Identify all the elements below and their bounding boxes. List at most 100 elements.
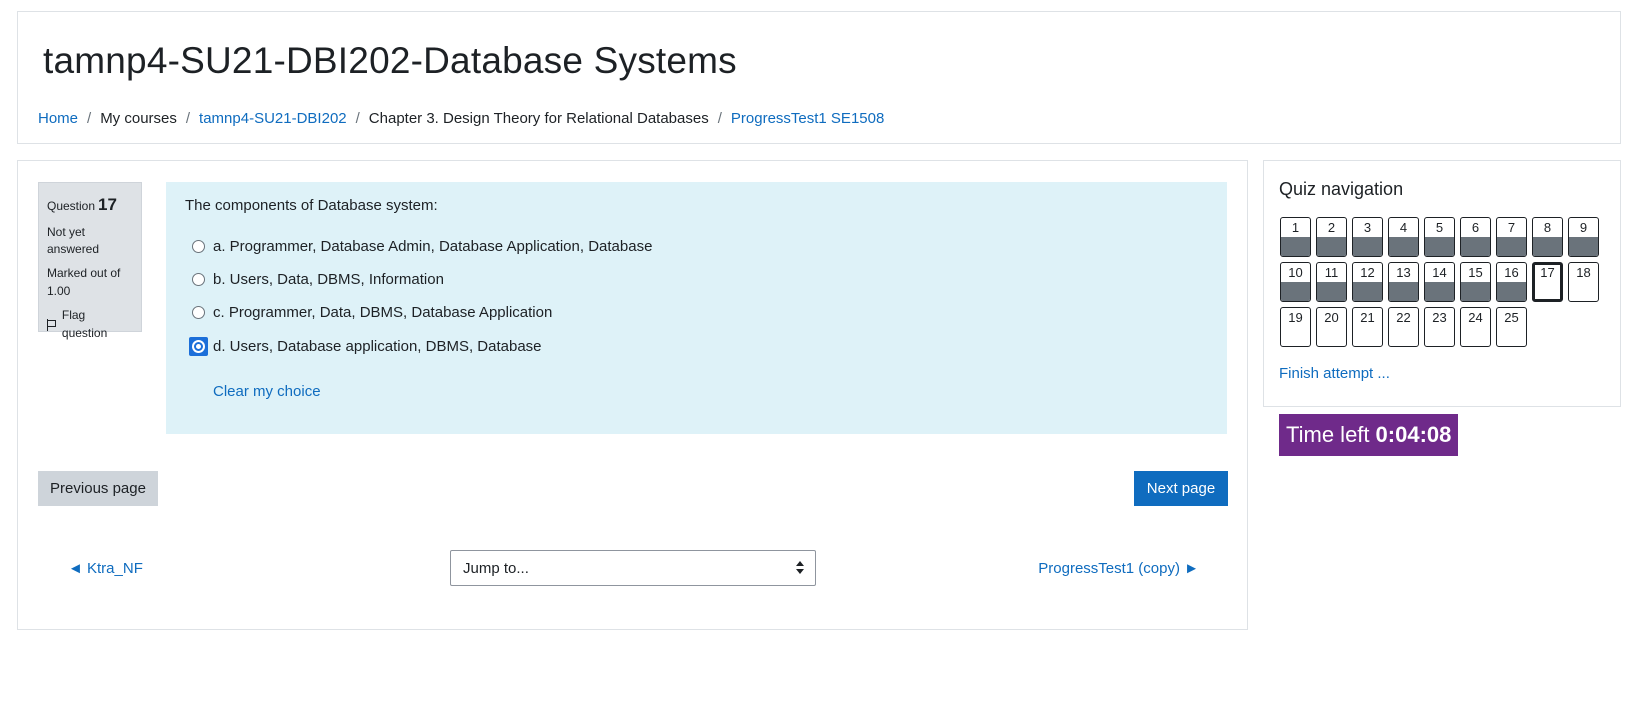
flag-question-button[interactable]: Flag question bbox=[47, 307, 133, 342]
quiz-nav-question-22[interactable]: 22 bbox=[1388, 307, 1419, 347]
page-header: tamnp4-SU21-DBI202-Database Systems Home… bbox=[17, 11, 1621, 144]
answered-indicator bbox=[1317, 237, 1346, 256]
radio-button-selected[interactable] bbox=[189, 337, 208, 356]
quiz-nav-question-13[interactable]: 13 bbox=[1388, 262, 1419, 302]
page-title: tamnp4-SU21-DBI202-Database Systems bbox=[43, 40, 737, 81]
question-nav-number: 15 bbox=[1468, 265, 1483, 280]
question-number: Question 17 bbox=[47, 193, 133, 218]
question-number-value: 17 bbox=[98, 195, 117, 214]
answered-indicator bbox=[1461, 282, 1490, 301]
answered-indicator bbox=[1281, 282, 1310, 301]
question-text: The components of Database system: bbox=[185, 197, 438, 214]
quiz-nav-question-21[interactable]: 21 bbox=[1352, 307, 1383, 347]
question-nav-number: 11 bbox=[1324, 265, 1339, 280]
jump-to-select[interactable]: Jump to... bbox=[450, 550, 816, 586]
breadcrumb: Home / My courses / tamnp4-SU21-DBI202 /… bbox=[38, 110, 884, 127]
quiz-nav-question-6[interactable]: 6 bbox=[1460, 217, 1491, 257]
previous-page-button[interactable]: Previous page bbox=[38, 471, 158, 506]
answer-option-d[interactable]: d. Users, Database application, DBMS, Da… bbox=[189, 337, 542, 356]
question-nav-number: 5 bbox=[1435, 220, 1444, 235]
activity-navigation: ◄ Ktra_NF Jump to... ProgressTest1 (copy… bbox=[18, 549, 1247, 589]
answered-indicator bbox=[1317, 282, 1346, 301]
quiz-nav-question-19[interactable]: 19 bbox=[1280, 307, 1311, 347]
question-nav-number: 13 bbox=[1396, 265, 1411, 280]
quiz-nav-question-1[interactable]: 1 bbox=[1280, 217, 1311, 257]
quiz-nav-question-12[interactable]: 12 bbox=[1352, 262, 1383, 302]
answer-option-c[interactable]: c. Programmer, Data, DBMS, Database Appl… bbox=[192, 304, 552, 321]
answer-label: c. Programmer, Data, DBMS, Database Appl… bbox=[213, 304, 553, 321]
quiz-nav-question-11[interactable]: 11 bbox=[1316, 262, 1347, 302]
answer-label: a. Programmer, Database Admin, Database … bbox=[213, 238, 653, 255]
answered-indicator bbox=[1497, 282, 1526, 301]
quiz-nav-question-9[interactable]: 9 bbox=[1568, 217, 1599, 257]
breadcrumb-quiz[interactable]: ProgressTest1 SE1508 bbox=[731, 110, 884, 127]
question-nav-number: 9 bbox=[1579, 220, 1588, 235]
answered-indicator bbox=[1353, 282, 1382, 301]
question-nav-number: 3 bbox=[1363, 220, 1372, 235]
question-grade: Marked out of 1.00 bbox=[47, 266, 121, 298]
answered-indicator bbox=[1425, 237, 1454, 256]
quiz-nav-question-5[interactable]: 5 bbox=[1424, 217, 1455, 257]
question-nav-number: 16 bbox=[1504, 265, 1519, 280]
next-activity-link[interactable]: ProgressTest1 (copy) ► bbox=[1038, 560, 1199, 577]
time-left: Time left 0:04:08 bbox=[1279, 414, 1459, 456]
breadcrumb-separator: / bbox=[87, 110, 92, 127]
breadcrumb-separator: / bbox=[355, 110, 360, 127]
question-nav-number: 23 bbox=[1432, 310, 1447, 325]
flag-question-label: Flag question bbox=[61, 308, 108, 340]
question-nav-number: 24 bbox=[1468, 310, 1483, 325]
clear-choice-link[interactable]: Clear my choice bbox=[213, 383, 321, 400]
quiz-nav-question-7[interactable]: 7 bbox=[1496, 217, 1527, 257]
radio-button[interactable] bbox=[192, 240, 205, 253]
breadcrumb-separator: / bbox=[717, 110, 722, 127]
question-info: Question 17 Not yet answered Marked out o… bbox=[38, 182, 142, 340]
question-nav-number: 6 bbox=[1471, 220, 1480, 235]
radio-button[interactable] bbox=[192, 273, 205, 286]
answered-indicator bbox=[1461, 237, 1490, 256]
answer-label: d. Users, Database application, DBMS, Da… bbox=[213, 338, 542, 355]
quiz-nav-question-17[interactable]: 17 bbox=[1532, 262, 1563, 302]
quiz-nav-question-20[interactable]: 20 bbox=[1316, 307, 1347, 347]
select-arrows-icon bbox=[796, 561, 804, 575]
question-nav-number: 12 bbox=[1360, 265, 1375, 280]
radio-button[interactable] bbox=[192, 306, 205, 319]
next-page-button[interactable]: Next page bbox=[1134, 471, 1228, 506]
answer-option-a[interactable]: a. Programmer, Database Admin, Database … bbox=[192, 238, 652, 255]
quiz-nav-question-18[interactable]: 18 bbox=[1568, 262, 1599, 302]
question-nav-number: 4 bbox=[1399, 220, 1408, 235]
answered-indicator bbox=[1497, 237, 1526, 256]
quiz-nav-question-24[interactable]: 24 bbox=[1460, 307, 1491, 347]
quiz-nav-question-4[interactable]: 4 bbox=[1388, 217, 1419, 257]
question-nav-number: 10 bbox=[1288, 265, 1303, 280]
question-nav-number: 20 bbox=[1324, 310, 1339, 325]
quiz-nav-question-3[interactable]: 3 bbox=[1352, 217, 1383, 257]
main-region: Question 17 Not yet answered Marked out o… bbox=[17, 160, 1248, 630]
quiz-nav-question-2[interactable]: 2 bbox=[1316, 217, 1347, 257]
jump-to-value: Jump to... bbox=[463, 559, 529, 577]
quiz-nav-question-16[interactable]: 16 bbox=[1496, 262, 1527, 302]
question-nav-number: 1 bbox=[1291, 220, 1300, 235]
breadcrumb-separator: / bbox=[185, 110, 191, 127]
finish-attempt-link[interactable]: Finish attempt ... bbox=[1279, 365, 1390, 382]
question-nav-number: 19 bbox=[1288, 310, 1303, 325]
answered-indicator bbox=[1389, 237, 1418, 256]
quiz-nav-question-25[interactable]: 25 bbox=[1496, 307, 1527, 347]
question-nav-number: 25 bbox=[1504, 310, 1519, 325]
question-prefix: Question bbox=[47, 199, 96, 213]
quiz-nav-question-15[interactable]: 15 bbox=[1460, 262, 1491, 302]
quiz-nav-question-23[interactable]: 23 bbox=[1424, 307, 1455, 347]
breadcrumb-home[interactable]: Home bbox=[38, 110, 78, 127]
breadcrumb-course[interactable]: tamnp4-SU21-DBI202 bbox=[199, 110, 347, 127]
previous-activity-link[interactable]: ◄ Ktra_NF bbox=[68, 560, 143, 577]
answered-indicator bbox=[1281, 237, 1310, 256]
answered-indicator bbox=[1533, 237, 1562, 256]
question-nav-number: 7 bbox=[1507, 220, 1516, 235]
answered-indicator bbox=[1425, 282, 1454, 301]
answered-indicator bbox=[1389, 282, 1418, 301]
quiz-nav-question-10[interactable]: 10 bbox=[1280, 262, 1311, 302]
quiz-nav-question-8[interactable]: 8 bbox=[1532, 217, 1563, 257]
time-left-label: Time left bbox=[1286, 422, 1370, 447]
quiz-nav-question-14[interactable]: 14 bbox=[1424, 262, 1455, 302]
flag-icon bbox=[47, 318, 56, 331]
answer-option-b[interactable]: b. Users, Data, DBMS, Information bbox=[192, 271, 444, 288]
